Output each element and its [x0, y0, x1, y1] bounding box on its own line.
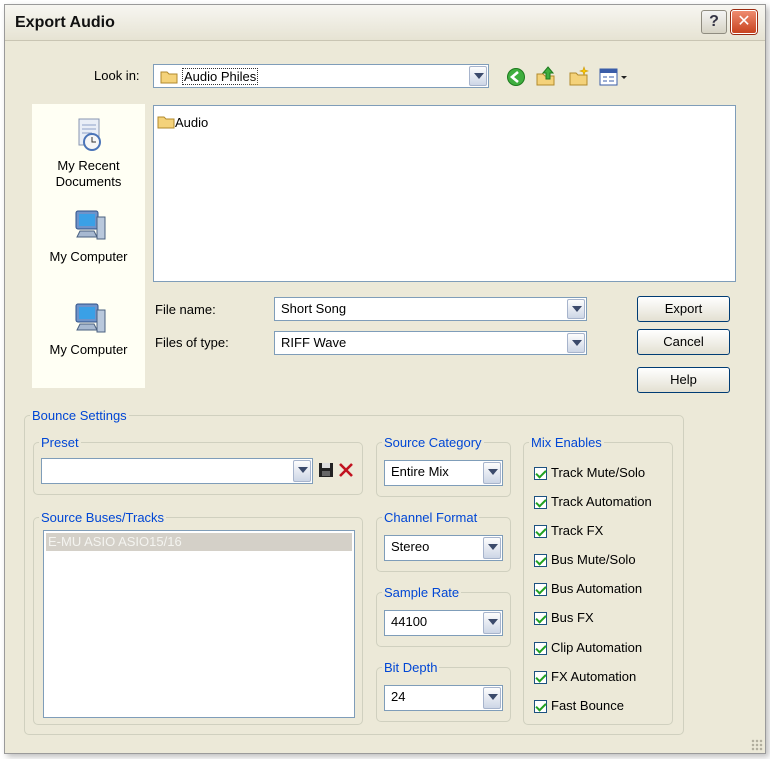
- checkbox-icon[interactable]: [534, 612, 547, 626]
- checkbox-label: Clip Automation: [551, 640, 643, 655]
- resize-grip[interactable]: [751, 739, 763, 751]
- file-list[interactable]: Audio: [153, 105, 736, 282]
- channel-format-select[interactable]: Stereo: [384, 535, 503, 561]
- look-in-combo[interactable]: Audio Philes: [153, 64, 489, 88]
- look-in-dropdown-arrow[interactable]: [469, 66, 487, 86]
- list-item[interactable]: Audio: [157, 114, 208, 130]
- sample-rate-title: Sample Rate: [384, 585, 460, 600]
- my-computer-icon: [75, 210, 105, 240]
- checkbox-label: Bus Mute/Solo: [551, 552, 636, 567]
- place-my-computer[interactable]: My Computer: [32, 207, 145, 265]
- preset-select[interactable]: [41, 458, 313, 484]
- new-folder-icon[interactable]: [568, 66, 590, 87]
- folder-icon: [160, 71, 178, 84]
- preset-title: Preset: [41, 435, 79, 450]
- look-in-label: Look in:: [94, 68, 140, 83]
- export-button[interactable]: Export: [637, 296, 730, 322]
- window-title: Export Audio: [15, 14, 115, 31]
- mix-enables-group: Mix Enables Track Mute/Solo Track Automa…: [523, 435, 673, 725]
- checkbox-label: Track Mute/Solo: [551, 465, 646, 480]
- channel-format-title: Channel Format: [384, 510, 478, 525]
- checkbox-icon[interactable]: [534, 583, 547, 597]
- source-category-value: Entire Mix: [391, 464, 449, 479]
- delete-icon[interactable]: [338, 462, 354, 478]
- checkbox-label: Fast Bounce: [551, 698, 624, 713]
- file-name-label: File name:: [155, 302, 216, 317]
- sample-rate-select[interactable]: 44100: [384, 610, 503, 636]
- checkbox-track-automation[interactable]: Track Automation: [534, 494, 652, 510]
- sample-rate-dropdown-arrow[interactable]: [483, 612, 501, 634]
- checkbox-icon[interactable]: [534, 467, 547, 481]
- checkbox-icon[interactable]: [534, 671, 547, 685]
- list-item[interactable]: E-MU ASIO ASIO15/16: [46, 533, 352, 551]
- checkbox-fx-automation[interactable]: FX Automation: [534, 669, 637, 685]
- bounce-settings-title: Bounce Settings: [32, 408, 127, 423]
- file-name-value: Short Song: [281, 301, 347, 316]
- checkbox-label: FX Automation: [551, 669, 637, 684]
- recent-documents-icon: [78, 118, 101, 151]
- checkbox-label: Bus Automation: [551, 581, 643, 596]
- checkbox-icon[interactable]: [534, 496, 547, 510]
- back-icon[interactable]: [506, 67, 526, 87]
- bit-depth-select[interactable]: 24: [384, 685, 503, 711]
- source-tracks-title: Source Buses/Tracks: [41, 510, 165, 525]
- view-menu-icon[interactable]: [599, 67, 629, 87]
- checkbox-icon[interactable]: [534, 554, 547, 568]
- bit-depth-title: Bit Depth: [384, 660, 438, 675]
- files-of-type-dropdown-arrow[interactable]: [567, 333, 585, 353]
- place-my-computer-2[interactable]: My Computer: [32, 300, 145, 358]
- files-of-type-label: Files of type:: [155, 335, 229, 350]
- place-my-computer-label-2: My Computer: [49, 342, 128, 357]
- source-tracks-list[interactable]: E-MU ASIO ASIO15/16: [43, 530, 355, 718]
- checkbox-label: Track Automation: [551, 494, 652, 509]
- cancel-button[interactable]: Cancel: [637, 329, 730, 355]
- file-name-dropdown-arrow[interactable]: [567, 299, 585, 319]
- checkbox-bus-automation[interactable]: Bus Automation: [534, 581, 643, 597]
- my-computer-icon: [75, 303, 105, 333]
- mix-enables-title: Mix Enables: [531, 435, 602, 450]
- close-title-button[interactable]: ✕: [731, 10, 757, 34]
- preset-dropdown-arrow[interactable]: [293, 460, 311, 482]
- place-my-computer-label: My Computer: [49, 249, 128, 264]
- help-title-button[interactable]: ?: [701, 10, 727, 34]
- checkbox-clip-automation[interactable]: Clip Automation: [534, 640, 643, 656]
- up-folder-icon[interactable]: [535, 65, 557, 87]
- close-icon: ✕: [737, 13, 751, 30]
- help-button[interactable]: Help: [637, 367, 730, 393]
- checkbox-fast-bounce[interactable]: Fast Bounce: [534, 698, 624, 714]
- checkbox-label: Bus FX: [551, 610, 594, 625]
- bit-depth-value: 24: [391, 689, 406, 704]
- files-of-type-value: RIFF Wave: [281, 335, 347, 350]
- source-category-select[interactable]: Entire Mix: [384, 460, 503, 486]
- source-category-dropdown-arrow[interactable]: [483, 462, 501, 484]
- source-category-title: Source Category: [384, 435, 482, 450]
- look-in-value: Audio Philes: [182, 68, 259, 85]
- channel-format-value: Stereo: [391, 539, 430, 554]
- place-recent-documents[interactable]: My Recent Documents: [32, 116, 145, 190]
- checkbox-bus-mute-solo[interactable]: Bus Mute/Solo: [534, 552, 636, 568]
- checkbox-bus-fx[interactable]: Bus FX: [534, 610, 594, 626]
- checkbox-icon[interactable]: [534, 642, 547, 656]
- folder-icon: [157, 116, 175, 129]
- channel-format-dropdown-arrow[interactable]: [483, 537, 501, 559]
- checkbox-label: Track FX: [551, 523, 604, 538]
- title-bar: Export Audio ? ✕: [5, 5, 765, 41]
- checkbox-track-fx[interactable]: Track FX: [534, 523, 604, 539]
- bit-depth-dropdown-arrow[interactable]: [483, 687, 501, 709]
- question-icon: ?: [709, 13, 719, 30]
- export-audio-dialog: Export Audio ? ✕ Look in: Audio Philes M…: [4, 4, 766, 754]
- sample-rate-value: 44100: [391, 614, 428, 629]
- checkbox-track-mute-solo[interactable]: Track Mute/Solo: [534, 465, 646, 481]
- checkbox-icon[interactable]: [534, 700, 547, 714]
- checkbox-icon[interactable]: [534, 525, 547, 539]
- place-recent-label-2: Documents: [55, 174, 122, 189]
- place-recent-label-1: My Recent: [57, 158, 120, 173]
- files-of-type-select[interactable]: RIFF Wave: [274, 331, 587, 355]
- save-icon[interactable]: [318, 462, 334, 478]
- places-bar: My Recent Documents My Computer My Compu…: [32, 104, 145, 388]
- file-name-input[interactable]: Short Song: [274, 297, 587, 321]
- file-name: Audio: [175, 115, 209, 130]
